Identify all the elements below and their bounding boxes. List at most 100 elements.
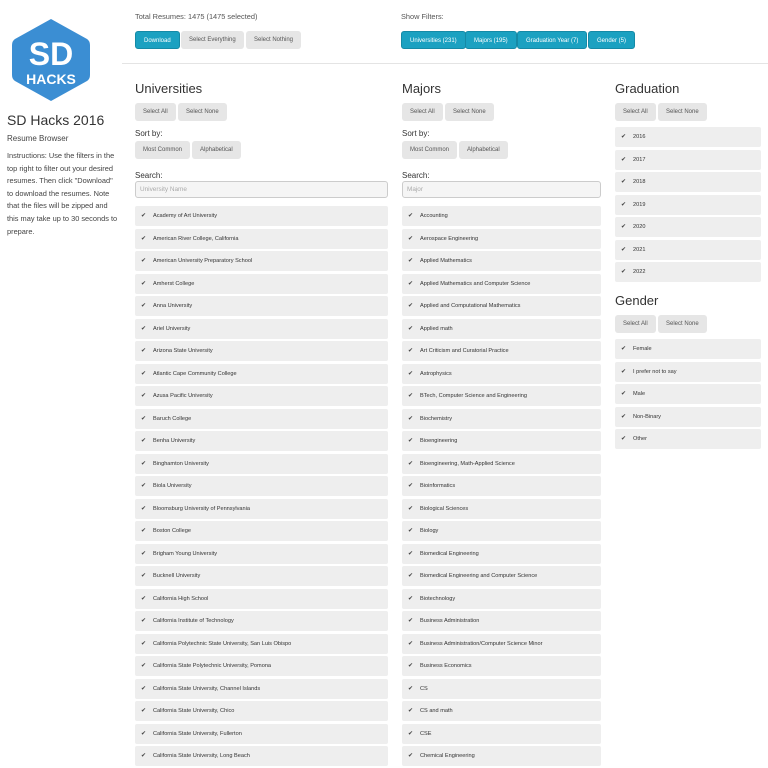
gender-select-all-button[interactable]: Select All	[615, 315, 656, 333]
checkmark-icon[interactable]: ✔	[408, 325, 414, 332]
checkmark-icon[interactable]: ✔	[408, 753, 414, 759]
checkmark-icon[interactable]: ✔	[141, 393, 147, 399]
checkmark-icon[interactable]: ✔	[408, 415, 414, 422]
checkmark-icon[interactable]: ✔	[141, 550, 147, 557]
universities-sort-most-common-button[interactable]: Most Common	[135, 141, 191, 159]
major-item[interactable]: ✔ Applied and Computational Mathematics	[402, 296, 601, 316]
major-item[interactable]: ✔ Bioinformatics	[402, 476, 601, 496]
checkmark-icon[interactable]: ✔	[408, 438, 414, 444]
checkmark-icon[interactable]: ✔	[141, 415, 147, 422]
major-item[interactable]: ✔ CSE	[402, 723, 601, 744]
university-item[interactable]: ✔ Arizona State University	[135, 341, 388, 361]
university-item[interactable]: ✔ California State Polytechnic University…	[135, 656, 388, 676]
checkmark-icon[interactable]: ✔	[141, 280, 147, 287]
university-item[interactable]: ✔ Amherst College	[135, 273, 388, 294]
majors-sort-alphabetical-button[interactable]: Alphabetical	[459, 141, 508, 159]
filter-gender-button[interactable]: Gender (5)	[588, 31, 636, 49]
university-item[interactable]: ✔ Boston College	[135, 521, 388, 541]
university-item[interactable]: ✔ Baruch College	[135, 408, 388, 429]
major-item[interactable]: ✔ CS	[402, 678, 601, 699]
checkmark-icon[interactable]: ✔	[621, 436, 627, 442]
university-item[interactable]: ✔ Atlantic Cape Community College	[135, 363, 388, 384]
gender-item[interactable]: ✔ I prefer not to say	[615, 361, 761, 382]
graduation-year-item[interactable]: ✔ 2017	[615, 149, 761, 170]
major-item[interactable]: ✔ Business Administration	[402, 611, 601, 631]
university-item[interactable]: ✔ Anna University	[135, 296, 388, 316]
checkmark-icon[interactable]: ✔	[408, 528, 414, 534]
checkmark-icon[interactable]: ✔	[408, 213, 414, 219]
checkmark-icon[interactable]: ✔	[408, 640, 414, 647]
major-item[interactable]: ✔ Aerospace Engineering	[402, 228, 601, 249]
major-item[interactable]: ✔ Applied Mathematics and Computer Scienc…	[402, 273, 601, 294]
universities-sort-alphabetical-button[interactable]: Alphabetical	[192, 141, 241, 159]
gender-item[interactable]: ✔ Other	[615, 429, 761, 449]
graduation-year-item[interactable]: ✔ 2021	[615, 239, 761, 260]
checkmark-icon[interactable]: ✔	[141, 438, 147, 444]
gender-item[interactable]: ✔ Non-Binary	[615, 406, 761, 427]
checkmark-icon[interactable]: ✔	[141, 730, 147, 737]
university-item[interactable]: ✔ California High School	[135, 588, 388, 609]
checkmark-icon[interactable]: ✔	[408, 393, 414, 399]
checkmark-icon[interactable]: ✔	[141, 595, 147, 602]
major-item[interactable]: ✔ Astrophysics	[402, 363, 601, 384]
checkmark-icon[interactable]: ✔	[408, 573, 414, 579]
major-item[interactable]: ✔ Bioengineering, Math-Applied Science	[402, 453, 601, 474]
checkmark-icon[interactable]: ✔	[141, 618, 147, 624]
gender-item[interactable]: ✔ Female	[615, 339, 761, 359]
checkmark-icon[interactable]: ✔	[408, 258, 414, 264]
checkmark-icon[interactable]: ✔	[408, 280, 414, 287]
checkmark-icon[interactable]: ✔	[408, 550, 414, 557]
checkmark-icon[interactable]: ✔	[621, 179, 627, 185]
major-item[interactable]: ✔ Business Administration/Computer Scienc…	[402, 633, 601, 654]
checkmark-icon[interactable]: ✔	[141, 528, 147, 534]
university-item[interactable]: ✔ Brigham Young University	[135, 543, 388, 564]
checkmark-icon[interactable]: ✔	[141, 303, 147, 309]
filter-majors-button[interactable]: Majors (195)	[465, 31, 517, 49]
university-item[interactable]: ✔ California Institute of Technology	[135, 611, 388, 631]
gender-select-none-button[interactable]: Select None	[658, 315, 707, 333]
checkmark-icon[interactable]: ✔	[408, 663, 414, 669]
major-item[interactable]: ✔ Biological Sciences	[402, 498, 601, 519]
checkmark-icon[interactable]: ✔	[408, 595, 414, 602]
universities-select-all-button[interactable]: Select All	[135, 103, 176, 121]
major-item[interactable]: ✔ Art Criticism and Curatorial Practice	[402, 341, 601, 361]
select-everything-button[interactable]: Select Everything	[181, 31, 244, 49]
majors-search-input[interactable]	[402, 181, 601, 198]
checkmark-icon[interactable]: ✔	[408, 730, 414, 737]
university-item[interactable]: ✔ California State University, Chico	[135, 701, 388, 721]
graduation-select-none-button[interactable]: Select None	[658, 103, 707, 121]
university-item[interactable]: ✔ California State University, Fullerton	[135, 723, 388, 744]
checkmark-icon[interactable]: ✔	[408, 303, 414, 309]
university-item[interactable]: ✔ American River College, California	[135, 228, 388, 249]
checkmark-icon[interactable]: ✔	[141, 235, 147, 242]
checkmark-icon[interactable]: ✔	[408, 460, 414, 467]
major-item[interactable]: ✔ Biochemistry	[402, 408, 601, 429]
major-item[interactable]: ✔ Applied math	[402, 318, 601, 339]
majors-select-all-button[interactable]: Select All	[402, 103, 443, 121]
checkmark-icon[interactable]: ✔	[141, 505, 147, 512]
universities-select-none-button[interactable]: Select None	[178, 103, 227, 121]
download-button[interactable]: Download	[135, 31, 180, 49]
university-item[interactable]: ✔ Bloomsburg University of Pennsylvania	[135, 498, 388, 519]
checkmark-icon[interactable]: ✔	[621, 224, 627, 230]
select-nothing-button[interactable]: Select Nothing	[246, 31, 302, 49]
major-item[interactable]: ✔ Accounting	[402, 206, 601, 226]
checkmark-icon[interactable]: ✔	[621, 413, 627, 420]
major-item[interactable]: ✔ Biology	[402, 521, 601, 541]
checkmark-icon[interactable]: ✔	[621, 201, 627, 208]
graduation-year-item[interactable]: ✔ 2022	[615, 262, 761, 282]
universities-search-input[interactable]	[135, 181, 388, 198]
checkmark-icon[interactable]: ✔	[141, 370, 147, 377]
checkmark-icon[interactable]: ✔	[141, 685, 147, 692]
checkmark-icon[interactable]: ✔	[141, 640, 147, 647]
major-item[interactable]: ✔ Biotechnology	[402, 588, 601, 609]
checkmark-icon[interactable]: ✔	[408, 370, 414, 377]
university-item[interactable]: ✔ Ariel University	[135, 318, 388, 339]
major-item[interactable]: ✔ Business Economics	[402, 656, 601, 676]
major-item[interactable]: ✔ Biomedical Engineering and Computer Sci…	[402, 566, 601, 586]
checkmark-icon[interactable]: ✔	[621, 391, 627, 397]
checkmark-icon[interactable]: ✔	[621, 156, 627, 163]
university-item[interactable]: ✔ Academy of Art University	[135, 206, 388, 226]
graduation-year-item[interactable]: ✔ 2018	[615, 172, 761, 192]
checkmark-icon[interactable]: ✔	[141, 258, 147, 264]
